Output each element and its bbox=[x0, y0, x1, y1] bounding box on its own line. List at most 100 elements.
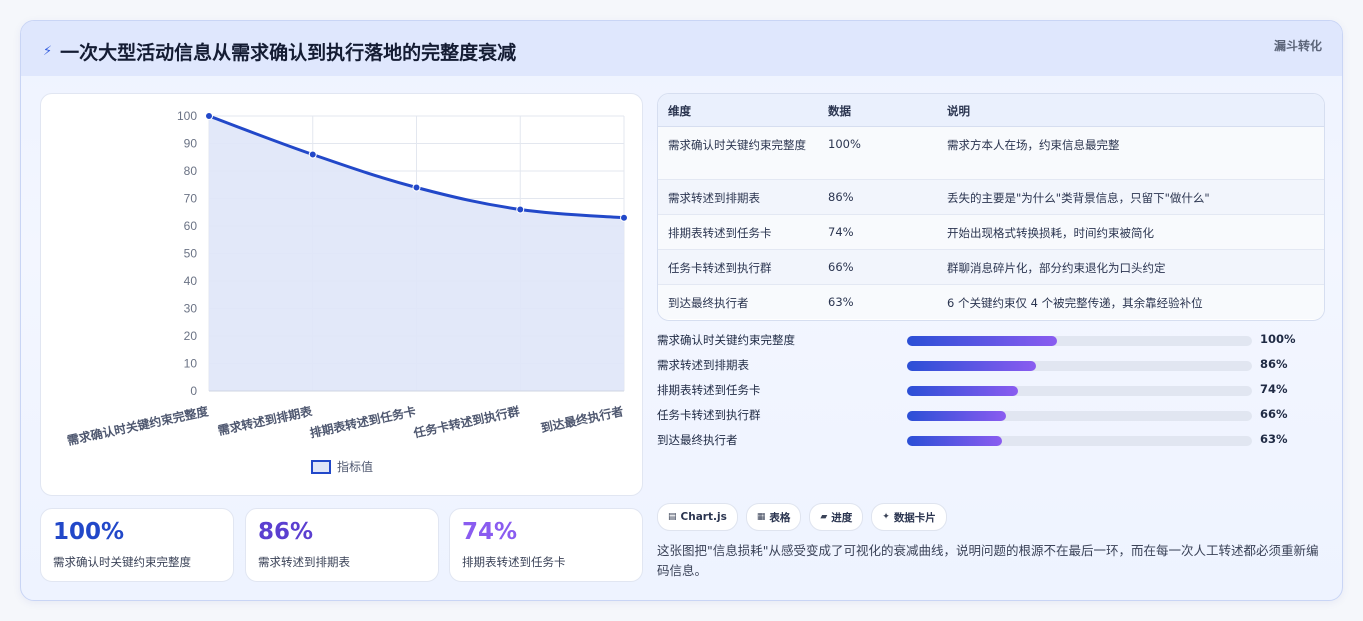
progress-label: 排期表转述到任务卡 bbox=[657, 383, 761, 397]
stat-value: 74% bbox=[462, 519, 518, 545]
data-point bbox=[516, 205, 525, 214]
stat-card: 100% 需求确认时关键约束完整度 bbox=[40, 508, 234, 582]
table-header-cell: 维度 bbox=[668, 104, 691, 118]
table-cell-dim: 任务卡转述到执行群 bbox=[668, 261, 772, 275]
progress-list: 需求确认时关键约束完整度 100% 需求转述到排期表 86% 排期表转述到任务卡… bbox=[657, 328, 1323, 453]
table-cell-desc: 6 个关键约束仅 4 个被完整传递，其余靠经验补位 bbox=[947, 296, 1203, 310]
table-cell-desc: 需求方本人在场，约束信息最完整 bbox=[947, 138, 1120, 152]
progress-label: 任务卡转述到执行群 bbox=[657, 408, 761, 422]
data-point bbox=[620, 213, 628, 222]
legend-label: 指标值 bbox=[337, 459, 373, 474]
data-point bbox=[412, 183, 421, 192]
data-point bbox=[205, 112, 213, 120]
chart-icon: ▤ bbox=[668, 512, 677, 522]
progress-icon: ▰ bbox=[820, 512, 828, 522]
y-tick-label: 60 bbox=[184, 219, 198, 233]
y-tick-label: 40 bbox=[184, 274, 198, 288]
stat-card: 86% 需求转述到排期表 bbox=[245, 508, 439, 582]
table-row: 排期表转述到任务卡 74% 开始出现格式转换损耗，时间约束被简化 bbox=[658, 215, 1324, 250]
progress-fill bbox=[907, 386, 1019, 396]
chip-label: Chart.js bbox=[680, 511, 727, 523]
x-tick-label: 排期表转述到任务卡 bbox=[308, 403, 417, 440]
summary-note: 这张图把"信息损耗"从感受变成了可视化的衰减曲线，说明问题的根源不在最后一环，而… bbox=[657, 543, 1319, 578]
table-header-cell: 数据 bbox=[828, 104, 851, 118]
progress-label: 需求确认时关键约束完整度 bbox=[657, 333, 795, 347]
progress-row: 到达最终执行者 63% bbox=[657, 428, 1323, 453]
progress-track bbox=[907, 361, 1252, 371]
table-cell-dim: 到达最终执行者 bbox=[668, 296, 749, 310]
progress-track bbox=[907, 411, 1252, 421]
table-icon: ▦ bbox=[756, 512, 766, 522]
progress-value: 86% bbox=[1260, 357, 1288, 371]
table-row: 需求转述到排期表 86% 丢失的主要是"为什么"类背景信息，只留下"做什么" bbox=[658, 180, 1324, 215]
progress-value: 74% bbox=[1260, 382, 1288, 396]
x-tick-label: 任务卡转述到执行群 bbox=[411, 403, 521, 440]
y-tick-label: 20 bbox=[184, 329, 198, 343]
progress-fill bbox=[907, 436, 1002, 446]
chip-chartjs[interactable]: ▤ Chart.js bbox=[657, 503, 738, 531]
y-tick-label: 80 bbox=[184, 164, 198, 178]
chip-table[interactable]: ▦ 表格 bbox=[745, 503, 802, 531]
x-tick-label: 需求确认时关键约束完整度 bbox=[66, 403, 211, 448]
y-tick-label: 100 bbox=[177, 109, 197, 123]
table-cell-value: 74% bbox=[828, 225, 854, 239]
progress-fill bbox=[907, 336, 1058, 346]
table-header-cell: 说明 bbox=[947, 104, 970, 118]
y-tick-label: 10 bbox=[184, 357, 198, 371]
table-cell-desc: 群聊消息碎片化，部分约束退化为口头约定 bbox=[947, 261, 1166, 275]
table-row: 到达最终执行者 63% 6 个关键约束仅 4 个被完整传递，其余靠经验补位 bbox=[658, 285, 1324, 319]
table-cell-value: 63% bbox=[828, 295, 854, 309]
table-cell-dim: 排期表转述到任务卡 bbox=[668, 226, 772, 240]
page-title: ⚡ 一次大型活动信息从需求确认到执行落地的完整度衰减 bbox=[43, 38, 516, 65]
bolt-icon: ⚡ bbox=[43, 44, 53, 59]
table-header-row: 维度 数据 说明 bbox=[658, 94, 1324, 127]
progress-row: 需求确认时关键约束完整度 100% bbox=[657, 328, 1323, 353]
chip-progress[interactable]: ▰ 进度 bbox=[809, 503, 864, 531]
progress-fill bbox=[907, 411, 1006, 421]
progress-label: 需求转述到排期表 bbox=[657, 358, 749, 372]
legend-swatch bbox=[311, 460, 331, 474]
table-cell-desc: 开始出现格式转换损耗，时间约束被简化 bbox=[947, 226, 1154, 240]
progress-value: 63% bbox=[1260, 432, 1288, 446]
y-tick-label: 50 bbox=[184, 247, 198, 261]
main-card: ⚡ 一次大型活动信息从需求确认到执行落地的完整度衰减 漏斗转化 0 10 20 30 4… bbox=[20, 20, 1343, 601]
progress-label: 到达最终执行者 bbox=[657, 433, 738, 447]
table-cell-dim: 需求确认时关键约束完整度 bbox=[668, 138, 806, 152]
table-cell-dim: 需求转述到排期表 bbox=[668, 191, 760, 205]
data-table: 维度 数据 说明 需求确认时关键约束完整度 100% 需求方本人在场，约束信息最… bbox=[657, 93, 1325, 321]
funnel-tag: 漏斗转化 bbox=[1273, 39, 1322, 53]
line-chart: 0 10 20 30 40 50 60 70 80 90 100 需求确认时关键约束完整度 需求转述到排… bbox=[40, 93, 643, 496]
chip-data-card[interactable]: ✦ 数据卡片 bbox=[871, 503, 947, 531]
progress-value: 66% bbox=[1260, 407, 1288, 421]
progress-track bbox=[907, 336, 1252, 346]
progress-track bbox=[907, 436, 1252, 446]
card-icon: ✦ bbox=[882, 512, 890, 522]
table-cell-desc: 丢失的主要是"为什么"类背景信息，只留下"做什么" bbox=[947, 191, 1210, 205]
progress-value: 100% bbox=[1260, 332, 1296, 346]
table-cell-value: 100% bbox=[828, 137, 861, 151]
x-tick-label: 需求转述到排期表 bbox=[216, 403, 314, 438]
stat-value: 86% bbox=[258, 519, 314, 545]
table-row: 任务卡转述到执行群 66% 群聊消息碎片化，部分约束退化为口头约定 bbox=[658, 250, 1324, 285]
chart-svg: 0 10 20 30 40 50 60 70 80 90 100 需求确认时关键约束完整度 需求转述到排… bbox=[66, 109, 628, 474]
stat-label: 需求转述到排期表 bbox=[258, 555, 350, 569]
chip-label: 进度 bbox=[831, 511, 853, 524]
chip-label: 表格 bbox=[769, 511, 791, 524]
chip-bar: ▤ Chart.js ▦ 表格 ▰ 进度 ✦ 数据卡片 bbox=[657, 503, 947, 531]
progress-row: 需求转述到排期表 86% bbox=[657, 353, 1323, 378]
card-header: ⚡ 一次大型活动信息从需求确认到执行落地的完整度衰减 漏斗转化 bbox=[21, 21, 1342, 76]
y-tick-label: 70 bbox=[184, 192, 198, 206]
stat-label: 排期表转述到任务卡 bbox=[462, 555, 566, 569]
data-point bbox=[308, 150, 317, 159]
stat-card: 74% 排期表转述到任务卡 bbox=[449, 508, 643, 582]
x-tick-label: 到达最终执行者 bbox=[539, 403, 624, 435]
table-row: 需求确认时关键约束完整度 100% 需求方本人在场，约束信息最完整 bbox=[658, 127, 1324, 180]
table-cell-value: 66% bbox=[828, 260, 854, 274]
progress-row: 任务卡转述到执行群 66% bbox=[657, 403, 1323, 428]
page-title-text: 一次大型活动信息从需求确认到执行落地的完整度衰减 bbox=[60, 42, 517, 64]
y-tick-label: 90 bbox=[184, 137, 198, 151]
stat-value: 100% bbox=[53, 519, 125, 545]
progress-track bbox=[907, 386, 1252, 396]
progress-fill bbox=[907, 361, 1037, 371]
stat-label: 需求确认时关键约束完整度 bbox=[53, 555, 191, 569]
